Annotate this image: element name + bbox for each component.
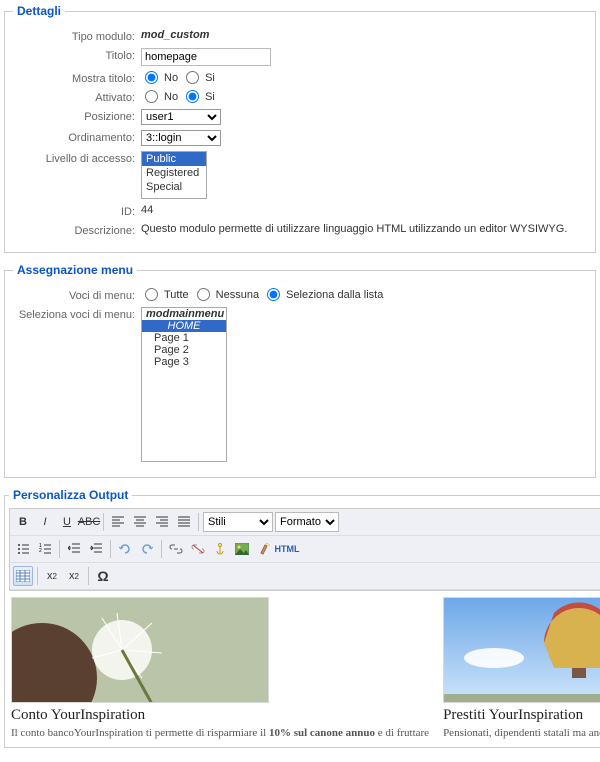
- radio-mostra-si[interactable]: [186, 71, 199, 84]
- legend-dettagli: Dettagli: [13, 4, 65, 18]
- radio-label-tutte: Tutte: [164, 289, 189, 301]
- label-id: ID:: [13, 204, 141, 218]
- label-titolo: Titolo:: [13, 48, 141, 62]
- label-attivato: Attivato:: [13, 90, 141, 104]
- label-voci-menu: Voci di menu:: [13, 288, 141, 302]
- table-icon[interactable]: [13, 566, 33, 586]
- menu-item-home[interactable]: HOME: [142, 320, 226, 332]
- card-title: Prestiti YourInspiration: [443, 707, 600, 724]
- italic-icon[interactable]: I: [35, 512, 55, 532]
- radio-mostra-no[interactable]: [145, 71, 158, 84]
- svg-text:2: 2: [39, 548, 42, 554]
- menu-header: modmainmenu: [142, 308, 226, 320]
- legend-output: Personalizza Output: [9, 488, 132, 502]
- image-icon[interactable]: [232, 539, 252, 559]
- bold-icon[interactable]: B: [13, 512, 33, 532]
- label-tipo-modulo: Tipo modulo:: [13, 29, 141, 43]
- radio-attivato-no[interactable]: [145, 90, 158, 103]
- value-tipo-modulo: mod_custom: [141, 29, 209, 41]
- radio-label-si2: Si: [205, 91, 215, 103]
- anchor-icon[interactable]: [210, 539, 230, 559]
- radio-attivato-si[interactable]: [186, 90, 199, 103]
- input-titolo[interactable]: [141, 48, 271, 66]
- radio-label-si: Si: [205, 72, 215, 84]
- label-ordinamento: Ordinamento:: [13, 130, 141, 144]
- html-source-button[interactable]: HTML: [276, 539, 296, 559]
- value-descrizione: Questo modulo permette di utilizzare lin…: [141, 223, 567, 235]
- value-id: 44: [141, 204, 153, 216]
- radio-label-no: No: [164, 72, 178, 84]
- accesso-option-registered[interactable]: Registered: [142, 166, 206, 180]
- card-image-conto: [11, 597, 269, 703]
- indent-icon[interactable]: [86, 539, 106, 559]
- select-stili[interactable]: Stili: [203, 512, 273, 532]
- special-char-icon[interactable]: Ω: [93, 566, 113, 586]
- select-posizione[interactable]: user1: [141, 109, 221, 125]
- card-conto: Conto YourInspiration Il conto bancoYour…: [11, 597, 429, 741]
- link-icon[interactable]: [166, 539, 186, 559]
- menu-item-3[interactable]: Page 3: [142, 356, 226, 368]
- align-justify-icon[interactable]: [174, 512, 194, 532]
- label-accesso: Livello di accesso:: [13, 151, 141, 165]
- redo-icon[interactable]: [137, 539, 157, 559]
- radio-label-seleziona: Seleziona dalla lista: [286, 289, 383, 301]
- label-posizione: Posizione:: [13, 109, 141, 123]
- subscript-icon[interactable]: x2: [42, 566, 62, 586]
- legend-assegnazione: Assegnazione menu: [13, 263, 137, 277]
- fieldset-assegnazione: Assegnazione menu Voci di menu: Tutte Ne…: [4, 263, 596, 478]
- card-title: Conto YourInspiration: [11, 707, 429, 724]
- card-body: Pensionati, dipendenti statali ma anche …: [443, 726, 600, 741]
- listbox-accesso[interactable]: Public Registered Special: [141, 151, 207, 199]
- radio-tutte[interactable]: [145, 288, 158, 301]
- fieldset-output: Personalizza Output B I U ABC Stili Form…: [4, 488, 600, 748]
- listbox-menu[interactable]: modmainmenu HOME Page 1 Page 2 Page 3: [141, 307, 227, 462]
- menu-item-1[interactable]: Page 1: [142, 332, 226, 344]
- superscript-icon[interactable]: x2: [64, 566, 84, 586]
- label-mostra-titolo: Mostra titolo:: [13, 71, 141, 85]
- underline-icon[interactable]: U: [57, 512, 77, 532]
- radio-label-nessuna: Nessuna: [216, 289, 259, 301]
- editor-toolbar: B I U ABC Stili Formato 12: [9, 508, 600, 591]
- label-seleziona-voci: Seleziona voci di menu:: [13, 307, 141, 321]
- unlink-icon[interactable]: [188, 539, 208, 559]
- outdent-icon[interactable]: [64, 539, 84, 559]
- ordered-list-icon[interactable]: 12: [35, 539, 55, 559]
- radio-nessuna[interactable]: [197, 288, 210, 301]
- editor-content[interactable]: Conto YourInspiration Il conto bancoYour…: [9, 591, 600, 741]
- card-prestiti: Prestiti YourInspiration Pensionati, dip…: [443, 597, 600, 741]
- card-image-prestiti: [443, 597, 600, 703]
- menu-item-2[interactable]: Page 2: [142, 344, 226, 356]
- card-body: Il conto bancoYourInspiration ti permett…: [11, 726, 429, 741]
- bullet-list-icon[interactable]: [13, 539, 33, 559]
- cleanup-icon[interactable]: [254, 539, 274, 559]
- label-descrizione: Descrizione:: [13, 223, 141, 237]
- select-formato[interactable]: Formato: [275, 512, 339, 532]
- align-left-icon[interactable]: [108, 512, 128, 532]
- fieldset-dettagli: Dettagli Tipo modulo: mod_custom Titolo:…: [4, 4, 596, 253]
- radio-label-no2: No: [164, 91, 178, 103]
- undo-icon[interactable]: [115, 539, 135, 559]
- select-ordinamento[interactable]: 3::login: [141, 130, 221, 146]
- strikethrough-icon[interactable]: ABC: [79, 512, 99, 532]
- accesso-option-public[interactable]: Public: [142, 152, 206, 166]
- align-right-icon[interactable]: [152, 512, 172, 532]
- accesso-option-special[interactable]: Special: [142, 180, 206, 194]
- align-center-icon[interactable]: [130, 512, 150, 532]
- radio-seleziona[interactable]: [267, 288, 280, 301]
